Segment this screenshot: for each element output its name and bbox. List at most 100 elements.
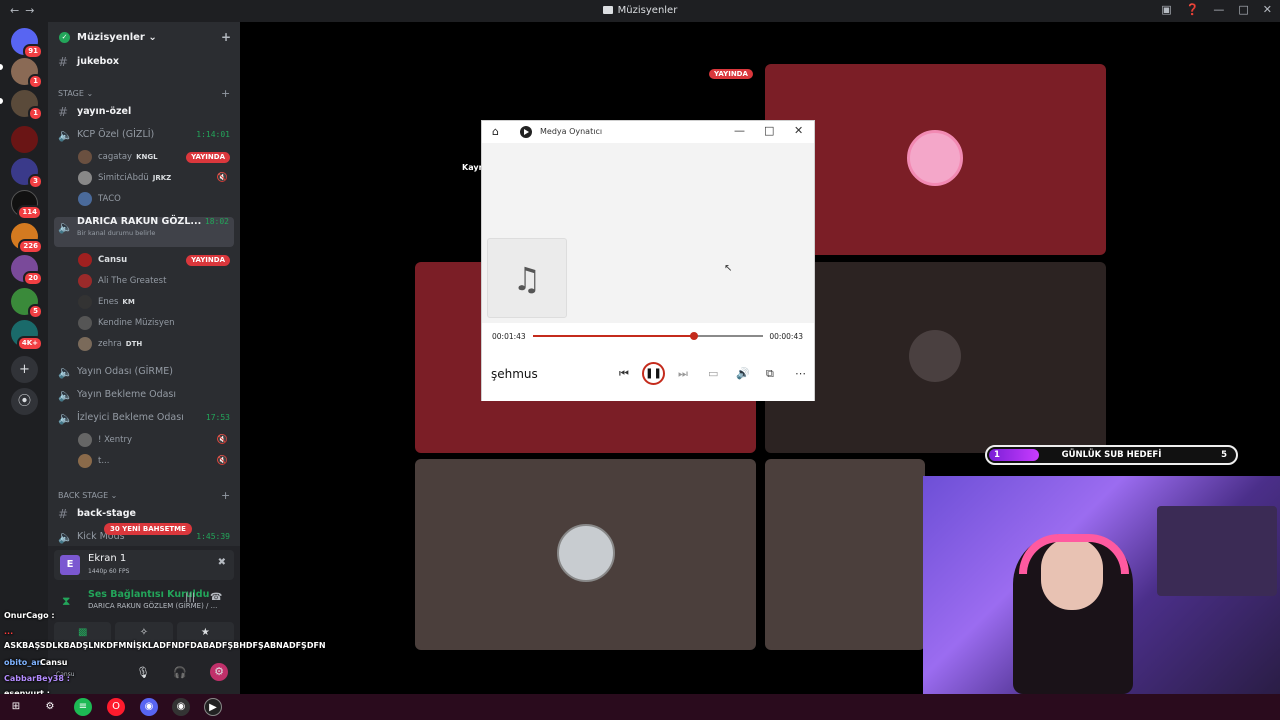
- add-channel-icon[interactable]: +: [221, 87, 230, 100]
- channel-yayin-ozel[interactable]: # yayın-özel: [48, 102, 240, 122]
- seek-handle[interactable]: [690, 332, 698, 340]
- settings-icon[interactable]: ⚙: [210, 663, 228, 681]
- add-channel-icon[interactable]: +: [221, 489, 230, 502]
- chat-line: ...: [4, 627, 14, 636]
- channel-jukebox[interactable]: # jukebox: [48, 52, 240, 72]
- screen-share-box[interactable]: E Ekran 1 1440p 60 FPS ✖: [54, 550, 234, 580]
- invite-icon[interactable]: +: [221, 30, 231, 44]
- avatar: [78, 316, 92, 330]
- server-icon[interactable]: 20: [11, 255, 43, 286]
- server-icon[interactable]: 1: [11, 58, 43, 89]
- speaker-icon: 🔈: [58, 388, 73, 402]
- mute-icon: 🔇: [216, 173, 228, 183]
- speaker-icon: 🔈: [58, 411, 73, 425]
- voice-user[interactable]: Cansu YAYINDA: [78, 250, 238, 270]
- home-icon[interactable]: ⌂: [492, 125, 499, 138]
- voice-user[interactable]: SimitciAbdü JRKZ 🔇: [78, 168, 238, 188]
- webcam-feed: [923, 476, 1280, 694]
- voice-channel-kcp[interactable]: 🔈 KCP Özel (GİZLİ) 1:14:01: [48, 125, 240, 145]
- voice-user[interactable]: zehra DTH: [78, 334, 238, 354]
- close-button[interactable]: ✕: [1263, 3, 1272, 16]
- mute-icon: 🔇: [216, 456, 228, 466]
- channel-back-stage[interactable]: # back-stage: [48, 504, 240, 524]
- stop-share-icon[interactable]: ✖: [218, 557, 226, 568]
- captions-icon[interactable]: ▭: [708, 367, 718, 380]
- avatar: [78, 192, 92, 206]
- avatar: [78, 433, 92, 447]
- category-stage[interactable]: STAGE ⌄ +: [58, 87, 230, 100]
- maximize-button[interactable]: □: [1238, 3, 1248, 16]
- voice-user[interactable]: TACO: [78, 189, 238, 209]
- headphones-icon[interactable]: 🎧: [173, 666, 187, 679]
- steam-icon[interactable]: ⚙: [41, 698, 59, 716]
- voice-user[interactable]: Ali The Greatest: [78, 271, 238, 291]
- server-icon[interactable]: 114: [11, 190, 42, 220]
- category-back-stage[interactable]: BACK STAGE ⌄ +: [58, 489, 230, 502]
- voice-user[interactable]: t... 🔇: [78, 451, 238, 471]
- mute-icon: 🔇: [216, 435, 228, 445]
- minimize-button[interactable]: —: [1213, 3, 1224, 16]
- minimize-button[interactable]: —: [734, 124, 745, 137]
- title-bar: ←→ Müzisyenler ▣ ❓ — □ ✕: [0, 0, 1280, 22]
- windows-start-icon[interactable]: ⊞: [7, 698, 25, 716]
- add-server-icon[interactable]: +: [11, 356, 38, 383]
- discord-icon[interactable]: ◉: [140, 698, 158, 716]
- more-icon[interactable]: ⋯: [795, 367, 806, 380]
- voice-channel-izleyici[interactable]: 🔈 İzleyici Bekleme Odası 17:53: [48, 408, 240, 428]
- promo-badge: 30 YENİ BAHSETME: [104, 523, 192, 535]
- server-icon[interactable]: 5: [11, 288, 43, 319]
- obs-icon[interactable]: ◉: [172, 698, 190, 716]
- disconnect-icon[interactable]: ☎: [210, 592, 222, 603]
- chat-line: ASKBAŞSDLKBADŞLNKDFMNİŞKLADFNDFDABADFŞBH…: [4, 641, 326, 650]
- miniplayer-icon[interactable]: ⧉: [766, 367, 774, 381]
- voice-user[interactable]: cagatay KNGL YAYINDA: [78, 147, 238, 167]
- seek-bar[interactable]: [533, 332, 763, 340]
- voice-user[interactable]: ! Xentry 🔇: [78, 430, 238, 450]
- video-tile[interactable]: [765, 64, 1106, 255]
- dm-home-icon[interactable]: 91: [11, 28, 43, 59]
- opera-icon[interactable]: O: [107, 698, 125, 716]
- video-tile[interactable]: [765, 262, 1106, 453]
- spotify-icon[interactable]: ≡: [74, 698, 92, 716]
- video-tile[interactable]: [765, 459, 925, 650]
- server-icon[interactable]: 226: [11, 223, 43, 254]
- noise-suppression-icon[interactable]: |||: [185, 592, 195, 603]
- microphone-icon[interactable]: 🎙: [136, 666, 150, 679]
- hashtag-icon: #: [58, 507, 69, 521]
- voice-channel-yayin-bekleme[interactable]: 🔈 Yayın Bekleme Odası: [48, 385, 240, 405]
- cursor-icon: ↖: [724, 263, 733, 274]
- chat-line: CabbarBey38 :: [4, 674, 70, 683]
- voice-channel-yayin-odasi[interactable]: 🔈 Yayın Odası (GİRME): [48, 362, 240, 382]
- avatar: [909, 330, 961, 382]
- server-icon[interactable]: [11, 126, 38, 153]
- chat-line: OnurCago :: [4, 611, 55, 620]
- hashtag-icon: #: [58, 55, 69, 69]
- hashtag-icon: #: [58, 105, 69, 119]
- avatar: [78, 150, 92, 164]
- speaker-icon: 🔈: [58, 365, 73, 379]
- voice-panel: E Ekran 1 1440p 60 FPS ✖ ⧗ Ses Bağlantıs…: [48, 546, 240, 694]
- media-player-logo-icon: [520, 126, 532, 138]
- pause-button[interactable]: ❚❚: [642, 362, 665, 385]
- video-tile[interactable]: [415, 459, 756, 650]
- speaker-icon: 🔈: [58, 530, 73, 544]
- server-header[interactable]: ✓ Müzisyenler ⌄ +: [48, 22, 240, 54]
- volume-icon[interactable]: 🔊: [736, 367, 750, 380]
- server-icon[interactable]: 1: [11, 90, 43, 121]
- maximize-button[interactable]: □: [764, 124, 774, 137]
- voice-channel-darica[interactable]: 🔈 DARICA RAKUN GÖZL... Bir kanal durumu …: [54, 216, 234, 247]
- voice-user[interactable]: Enes KM: [78, 292, 238, 312]
- media-player-titlebar: ⌂ Medya Oynatıcı — □ ✕: [482, 121, 814, 143]
- media-player-taskbar-icon[interactable]: ▶: [204, 698, 222, 716]
- help-icon[interactable]: ❓: [1186, 3, 1200, 16]
- voice-user[interactable]: Kendine Müzisyen: [78, 313, 238, 333]
- previous-icon[interactable]: ⏮: [619, 367, 629, 381]
- inbox-icon[interactable]: ▣: [1161, 3, 1171, 16]
- live-badge: YAYINDA: [186, 255, 230, 266]
- discover-icon[interactable]: ⦿: [11, 388, 38, 415]
- close-button[interactable]: ✕: [794, 124, 803, 137]
- server-icon[interactable]: 4K+: [11, 320, 43, 351]
- server-icon[interactable]: 3: [11, 158, 43, 189]
- avatar: [78, 274, 92, 288]
- next-icon[interactable]: ⏭: [678, 367, 688, 381]
